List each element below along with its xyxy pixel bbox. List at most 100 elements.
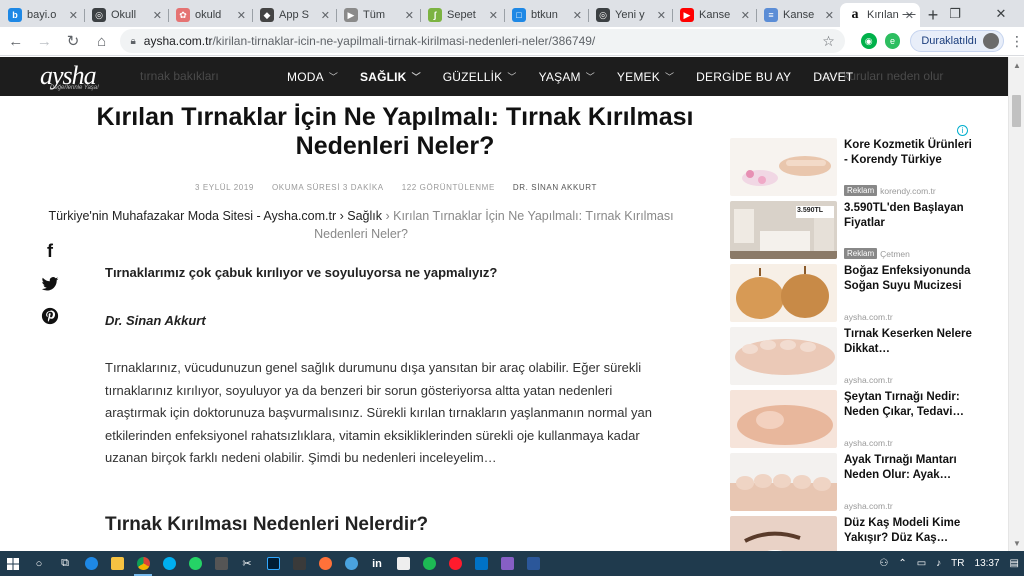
- photoshop-icon[interactable]: [260, 551, 286, 576]
- tab-close-icon[interactable]: ✕: [657, 9, 666, 22]
- skype-icon[interactable]: [156, 551, 182, 576]
- twitter-share-icon[interactable]: [40, 274, 60, 294]
- card-thumbnail[interactable]: [730, 264, 837, 322]
- browser-tab[interactable]: ◎ Okull ✕: [84, 3, 168, 27]
- sidebar-card[interactable]: Tırnak Keserken Nelere Dikkat… aysha.com.…: [730, 327, 972, 385]
- tools-icon[interactable]: ✂: [234, 551, 260, 576]
- nav-item[interactable]: GÜZELLİK ﹀: [443, 70, 517, 84]
- page-scrollbar[interactable]: ▲ ▼: [1008, 57, 1024, 551]
- browser-tab[interactable]: ≡ Kanse ✕: [756, 3, 840, 27]
- spotify-icon[interactable]: [416, 551, 442, 576]
- network-icon[interactable]: ▭: [917, 558, 926, 569]
- tab-close-icon[interactable]: ✕: [153, 9, 162, 22]
- minimize-icon[interactable]: —: [886, 0, 932, 27]
- card-thumbnail[interactable]: [730, 453, 837, 511]
- card-thumbnail[interactable]: [730, 138, 837, 196]
- scroll-up-icon[interactable]: ▲: [1009, 57, 1024, 73]
- nav-item[interactable]: YAŞAM ﹀: [539, 70, 595, 84]
- language-indicator[interactable]: TR: [951, 558, 964, 569]
- browser-tab[interactable]: □ btkun ✕: [504, 3, 588, 27]
- scrollbar-thumb[interactable]: [1012, 95, 1021, 127]
- profile-paused-button[interactable]: Duraklatıldı: [910, 30, 1004, 52]
- tab-close-icon[interactable]: ✕: [69, 9, 78, 22]
- task-view-icon[interactable]: ⧉: [52, 551, 78, 576]
- clock[interactable]: 13:37: [975, 558, 1000, 569]
- scroll-down-icon[interactable]: ▼: [1009, 535, 1024, 551]
- calculator-icon[interactable]: [208, 551, 234, 576]
- pinterest-share-icon[interactable]: [40, 306, 60, 326]
- calendar-icon[interactable]: [390, 551, 416, 576]
- browser-tab[interactable]: b bayi.o ✕: [0, 3, 84, 27]
- sidebar-card[interactable]: 3.590TL 3.590TL'den Başlayan Fiyatlar Rekl…: [730, 201, 970, 259]
- opera-icon[interactable]: [442, 551, 468, 576]
- outlook-icon[interactable]: [468, 551, 494, 576]
- reload-icon[interactable]: ↻: [60, 28, 86, 54]
- card-title[interactable]: Boğaz Enfeksiyonunda Soğan Suyu Mucizesi: [844, 264, 974, 293]
- nav-item[interactable]: MODA ﹀: [287, 70, 338, 84]
- whatsapp-icon[interactable]: [182, 551, 208, 576]
- close-icon[interactable]: ✕: [978, 0, 1024, 27]
- sidebar-card[interactable]: Boğaz Enfeksiyonunda Soğan Suyu Mucizesi…: [730, 264, 971, 322]
- back-icon[interactable]: ←: [3, 28, 29, 54]
- browser-tab[interactable]: ✿ okuld ✕: [168, 3, 252, 27]
- nav-item[interactable]: SAĞLIK ﹀: [360, 70, 421, 84]
- browser-menu-icon[interactable]: ⋮: [1010, 33, 1024, 50]
- nav-item[interactable]: YEMEK ﹀: [617, 70, 674, 84]
- card-title[interactable]: Düz Kaş Modeli Kime Yakışır? Düz Kaş…: [844, 516, 974, 545]
- browser-tab[interactable]: ▶ Kanse ✕: [672, 3, 756, 27]
- article-author-link[interactable]: DR. SİNAN AKKURT: [513, 183, 597, 192]
- nav-item[interactable]: DAVET: [813, 70, 853, 84]
- notifications-icon[interactable]: ▤: [1010, 558, 1019, 569]
- card-thumbnail[interactable]: [730, 327, 837, 385]
- tab-close-icon[interactable]: ✕: [741, 9, 750, 22]
- restore-icon[interactable]: ❐: [932, 0, 978, 27]
- people-icon[interactable]: ⚇: [879, 558, 888, 569]
- firefox-icon[interactable]: [312, 551, 338, 576]
- card-title[interactable]: Şeytan Tırnağı Nedir: Neden Çıkar, Tedav…: [844, 390, 974, 419]
- forward-icon[interactable]: →: [32, 28, 58, 54]
- sidebar-card[interactable]: Ayak Tırnağı Mantarı Neden Olur: Ayak… ay…: [730, 453, 970, 511]
- card-title[interactable]: Kore Kozmetik Ürünleri - Korendy Türkiye: [844, 138, 974, 167]
- tab-close-icon[interactable]: ✕: [321, 9, 330, 22]
- edge-icon[interactable]: [78, 551, 104, 576]
- card-thumbnail[interactable]: 3.590TL: [730, 201, 837, 259]
- nav-item[interactable]: DERGİDE BU AY: [696, 70, 791, 84]
- sidebar-card[interactable]: Kore Kozmetik Ürünleri - Korendy Türkiye…: [730, 138, 972, 196]
- evernote-icon[interactable]: e: [884, 33, 901, 49]
- tab-close-icon[interactable]: ✕: [489, 9, 498, 22]
- facebook-share-icon[interactable]: f: [40, 241, 60, 261]
- logo-tagline: Değerlerinle Yaşa!: [50, 85, 99, 91]
- chrome-icon[interactable]: [130, 551, 156, 576]
- sidebar-card[interactable]: Şeytan Tırnağı Nedir: Neden Çıkar, Tedav…: [730, 390, 970, 448]
- linkedin-icon[interactable]: in: [364, 551, 390, 576]
- browser-tab[interactable]: ʃ Sepet ✕: [420, 3, 504, 27]
- breadcrumb: Türkiye'nin Muhafazakar Moda Sitesi - Ay…: [40, 207, 682, 243]
- extension-icon[interactable]: ◉: [860, 33, 877, 49]
- vpn-icon[interactable]: [338, 551, 364, 576]
- breadcrumb-category[interactable]: Sağlık: [347, 209, 382, 223]
- file-explorer-icon[interactable]: [104, 551, 130, 576]
- ad-info-icon[interactable]: i: [957, 125, 968, 136]
- tab-close-icon[interactable]: ✕: [405, 9, 414, 22]
- browser-tab[interactable]: ◆ App S ✕: [252, 3, 336, 27]
- card-title[interactable]: 3.590TL'den Başlayan Fiyatlar: [844, 201, 974, 230]
- card-thumbnail[interactable]: [730, 390, 837, 448]
- browser-tab[interactable]: ◎ Yeni y ✕: [588, 3, 672, 27]
- search-icon[interactable]: ○: [26, 551, 52, 576]
- start-icon[interactable]: [0, 551, 26, 576]
- tab-close-icon[interactable]: ✕: [825, 9, 834, 22]
- breadcrumb-home[interactable]: Türkiye'nin Muhafazakar Moda Sitesi - Ay…: [48, 209, 336, 223]
- address-bar[interactable]: 🔒︎ aysha.com.tr /kirilan-tirnaklar-icin-…: [120, 29, 845, 53]
- home-icon[interactable]: ⌂: [89, 28, 115, 54]
- tab-close-icon[interactable]: ✕: [573, 9, 582, 22]
- browser-tab[interactable]: ▶ Tüm ✕: [336, 3, 420, 27]
- tab-close-icon[interactable]: ✕: [237, 9, 246, 22]
- bookmark-star-icon[interactable]: ☆: [822, 33, 835, 50]
- media-icon[interactable]: [286, 551, 312, 576]
- visual-studio-icon[interactable]: [494, 551, 520, 576]
- card-title[interactable]: Ayak Tırnağı Mantarı Neden Olur: Ayak…: [844, 453, 974, 482]
- volume-icon[interactable]: ♪: [936, 558, 941, 569]
- word-icon[interactable]: [520, 551, 546, 576]
- card-title[interactable]: Tırnak Keserken Nelere Dikkat…: [844, 327, 974, 356]
- show-hidden-icon[interactable]: ⌃: [898, 558, 906, 569]
